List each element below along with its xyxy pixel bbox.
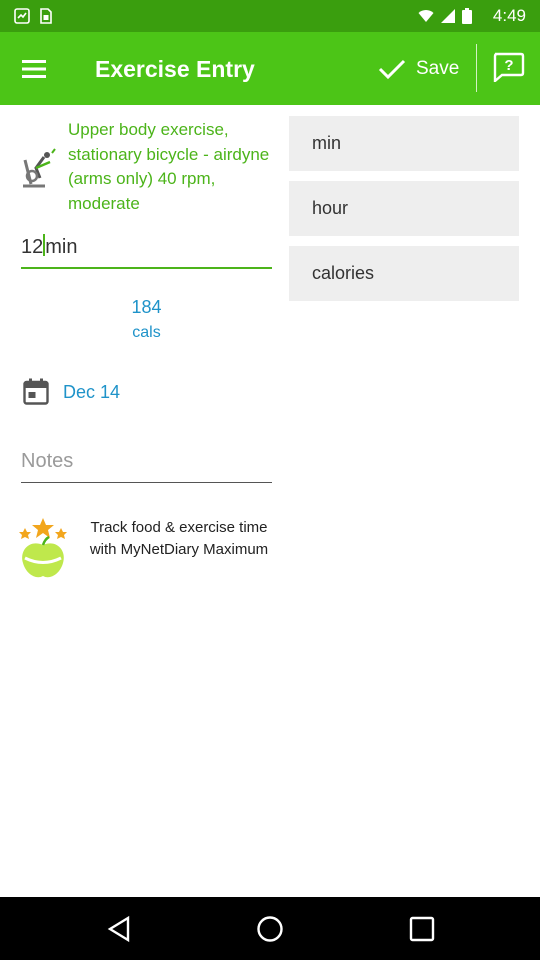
save-label: Save (416, 58, 460, 79)
checkmark-icon (378, 59, 406, 80)
status-time: 4:49 (492, 6, 526, 25)
wifi-icon (418, 10, 434, 22)
unit-button-min[interactable]: min (289, 116, 519, 171)
page-title: Exercise Entry (95, 56, 255, 82)
help-chat-icon[interactable]: ? (491, 52, 525, 82)
status-bar: 4:49 (0, 0, 540, 32)
sim-card-icon (40, 8, 52, 24)
promo-text[interactable]: Track food & exercise time with MyNetDia… (84, 517, 274, 560)
text-cursor (43, 234, 46, 256)
notes-input[interactable] (21, 450, 272, 473)
back-icon[interactable] (105, 915, 133, 943)
unit-button-calories[interactable]: calories (289, 246, 519, 301)
system-navigation-bar (0, 897, 540, 960)
date-label[interactable]: Dec 14 (63, 382, 120, 403)
stationary-bike-icon (23, 148, 56, 188)
app-bar: Exercise Entry Save ? (0, 32, 540, 105)
recent-apps-icon[interactable] (408, 915, 436, 943)
notes-field-container (21, 450, 272, 483)
battery-icon (462, 8, 472, 24)
duration-value: 12 min (21, 234, 78, 258)
duration-input[interactable]: 12 min (21, 233, 272, 269)
duration-value-text: 12 min (21, 234, 78, 258)
cell-signal-icon (441, 9, 455, 23)
app-bar-divider (476, 44, 477, 92)
calories-unit: cals (132, 324, 161, 341)
mynetdiary-apple-stars-icon[interactable] (16, 517, 70, 581)
svg-text:?: ? (504, 57, 513, 74)
home-icon[interactable] (256, 915, 284, 943)
unit-button-hour[interactable]: hour (289, 181, 519, 236)
hamburger-menu-icon[interactable] (18, 56, 54, 82)
exercise-name[interactable]: Upper body exercise, stationary bicycle … (68, 118, 280, 216)
notification-icon (14, 8, 30, 24)
calories-display: 184 cals (21, 296, 272, 348)
save-button[interactable]: Save (378, 54, 459, 84)
calendar-icon[interactable] (23, 378, 49, 405)
calories-value: 184 (131, 297, 162, 317)
